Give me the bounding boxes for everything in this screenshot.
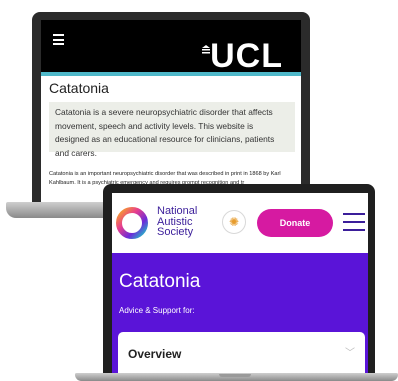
overview-accordion[interactable]: Overview ﹀ [118,332,365,373]
logo-line: National [157,205,198,217]
laptop-nas: National Autistic Society ✺ Donate Catat… [75,184,398,381]
donate-button[interactable]: Donate [257,209,333,237]
ucl-header: UCL [41,20,301,73]
overview-label: Overview [128,347,182,361]
laptop-notch [219,374,251,377]
page-title: Catatonia [119,271,201,292]
ucl-logo[interactable]: UCL [210,39,283,73]
ucl-screen: UCL Catatonia Catatonia is a severe neur… [41,20,301,207]
intro-box: Catatonia is a severe neuropsychiatric d… [49,102,295,158]
menu-icon[interactable] [53,34,64,45]
header-accent-bar [41,72,301,76]
nas-logo-icon[interactable] [115,206,149,240]
page-title: Catatonia [49,80,109,96]
nas-header: National Autistic Society ✺ Donate [112,193,368,253]
page-subtitle: Advice & Support for: [119,306,195,315]
logo-line: Society [157,226,194,238]
menu-icon[interactable] [343,213,365,233]
chevron-down-icon: ﹀ [345,348,355,359]
nas-screen: National Autistic Society ✺ Donate Catat… [112,193,368,373]
sun-icon[interactable]: ✺ [222,210,246,234]
nas-logo-text[interactable]: National Autistic Society [157,206,197,238]
